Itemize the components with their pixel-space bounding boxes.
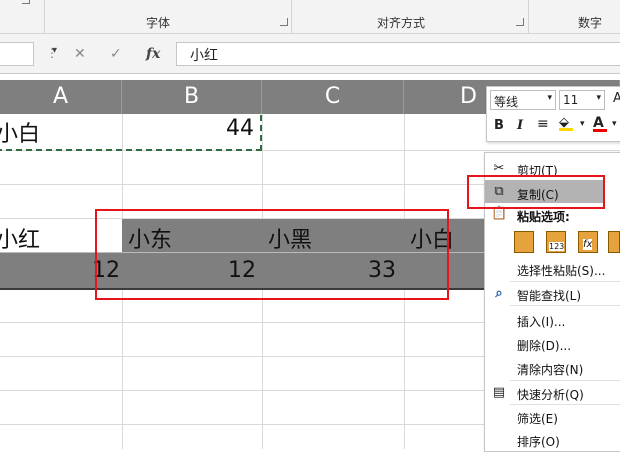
smart-lookup-icon: ⌕ [495,286,503,301]
chevron-down-icon[interactable]: ▾ [547,93,552,103]
font-name-select[interactable]: 等线 ▾ [490,90,556,110]
paste-option-values-icon[interactable]: 123 [546,231,566,253]
name-box[interactable]: ▾ [0,42,57,66]
italic-button[interactable]: I [517,118,523,133]
insert-function-icon[interactable]: fx [146,46,160,62]
menu-item-smart-lookup[interactable]: 智能查找(L) [517,287,581,304]
annotation-copy-box [467,175,605,209]
menu-item-sort[interactable]: 排序(O) [517,433,560,450]
ribbon-group-clipboard-launcher[interactable] [22,0,30,4]
formula-input[interactable]: 小红 [176,42,620,66]
chevron-down-icon[interactable]: ▾ [612,119,617,129]
annotation-selection-box [95,209,449,300]
chevron-down-icon[interactable]: ▾ [580,119,585,129]
menu-separator [510,281,620,282]
formula-bar: ▾ ⋮ ✕ ✓ fx 小红 [0,34,620,74]
menu-separator [510,305,620,306]
font-size-select[interactable]: 11 ▾ [559,90,605,110]
column-header-c[interactable]: C [262,80,404,114]
quick-analysis-icon: ▤ [492,385,506,400]
bold-button[interactable]: B [494,118,504,133]
column-header-b[interactable]: B [122,80,262,114]
menu-item-clear-contents[interactable]: 清除内容(N) [517,361,583,378]
ribbon-group-alignment-label: 对齐方式 [377,16,426,30]
menu-separator [510,380,620,381]
column-header-a[interactable]: A [0,80,122,114]
font-color-icon[interactable]: A [593,115,607,132]
enter-icon[interactable]: ✓ [110,46,122,62]
increase-font-icon[interactable]: A [613,91,620,106]
chevron-down-icon[interactable]: ▾ [596,93,601,103]
cancel-icon[interactable]: ✕ [74,46,86,62]
paste-option-link-icon[interactable] [608,231,620,253]
ribbon-group-number-label: 数字 [578,16,603,30]
cell-a1[interactable]: 小白 [0,116,40,148]
menu-item-quick-analysis[interactable]: 快速分析(Q) [517,386,584,403]
formula-bar-grip-icon: ⋮ [46,46,58,60]
menu-item-paste-special[interactable]: 选择性粘贴(S)... [517,262,605,279]
paste-option-paste-icon[interactable] [514,231,534,253]
menu-item-delete[interactable]: 删除(D)... [517,337,571,354]
mini-toolbar: 等线 ▾ 11 ▾ A B I ≡ ⬙ ▾ A ▾ [486,86,620,142]
cell-a3[interactable]: 小红 [0,222,40,254]
font-dialog-launcher[interactable] [280,18,288,26]
menu-paste-options-label: 粘贴选项: [517,210,570,224]
menu-item-filter[interactable]: 筛选(E) [517,410,558,427]
ribbon-group-font-label: 字体 [146,16,171,30]
fill-color-icon[interactable]: ⬙ [559,115,573,131]
align-center-icon[interactable]: ≡ [537,116,549,132]
menu-item-insert[interactable]: 插入(I)... [517,313,565,330]
alignment-dialog-launcher[interactable] [516,18,524,26]
paste-option-formulas-icon[interactable]: fx [578,231,598,253]
menu-separator [510,404,620,405]
cell-b1[interactable]: 44 [226,116,254,141]
ribbon: 字体 对齐方式 数字 [0,0,620,34]
